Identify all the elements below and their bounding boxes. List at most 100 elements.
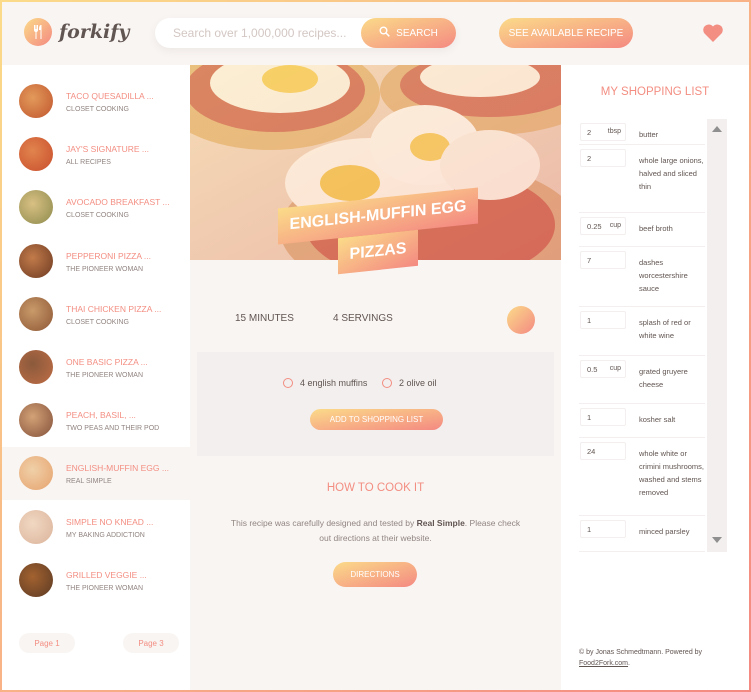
scrollbar[interactable] — [707, 119, 727, 552]
circle-icon — [382, 378, 392, 388]
shopping-description: butter — [639, 130, 659, 139]
add-to-shopping-list-button[interactable]: ADD TO SHOPPING LIST — [310, 409, 443, 430]
result-title: PEPPERONI PIZZA ... — [66, 250, 152, 261]
page-next-button[interactable]: Page 3 — [123, 633, 179, 653]
search-button[interactable]: SEARCH — [361, 18, 456, 48]
search-results: TACO QUESADILLA ... CLOSET COOKING JAY'S S… — [2, 65, 196, 690]
result-item[interactable]: TACO QUESADILLA ... CLOSET COOKING — [2, 75, 196, 128]
shopping-item: 0.25 cup beef broth — [579, 213, 705, 247]
result-thumbnail — [19, 84, 53, 118]
app-container: forkify SEARCH SEE AVAILABLE RECIPE TACO… — [2, 2, 749, 690]
ingredient-text: english muffins — [307, 378, 368, 388]
search-input[interactable] — [173, 25, 353, 41]
result-item[interactable]: ENGLISH-MUFFIN EGG ... REAL SIMPLE — [2, 447, 196, 501]
shopping-description: beef broth — [639, 224, 673, 233]
see-available-recipe-button[interactable]: SEE AVAILABLE RECIPE — [499, 18, 633, 48]
shopping-count-input[interactable]: 2 tbsp — [580, 123, 626, 141]
result-thumbnail — [19, 403, 53, 438]
like-button[interactable] — [507, 306, 535, 334]
result-publisher: THE PIONEER WOMAN — [66, 584, 144, 592]
ingredient-count: 2 — [399, 378, 405, 388]
result-item[interactable]: ONE BASIC PIZZA ... THE PIONEER WOMAN — [2, 341, 196, 394]
directions-button[interactable]: DIRECTIONS — [333, 562, 417, 587]
result-title: JAY'S SIGNATURE ... — [66, 144, 150, 155]
shopping-item: 1 kosher salt — [579, 404, 705, 438]
search-icon — [379, 26, 390, 40]
result-thumbnail — [19, 509, 53, 544]
result-title: AVOCADO BREAKFAST ... — [66, 197, 170, 208]
result-item[interactable]: GRILLED VEGGIE ... THE PIONEER WOMAN — [2, 554, 196, 607]
shopping-item: 7 dashes worcestershire sauce — [579, 247, 705, 307]
shopping-item: 2 tbsp butter — [579, 119, 705, 145]
result-title: ENGLISH-MUFFIN EGG ... — [66, 463, 169, 474]
result-title: THAI CHICKEN PIZZA ... — [66, 303, 162, 314]
result-item[interactable]: AVOCADO BREAKFAST ... CLOSET COOKING — [2, 181, 196, 234]
page-prev-button[interactable]: Page 1 — [19, 633, 75, 653]
shopping-description: whole white or crimini mushrooms, washed… — [639, 449, 705, 497]
directions-text: This recipe was carefully designed and t… — [230, 518, 521, 543]
footer: © by Jonas Schmedtmann. Powered by Food2… — [579, 649, 703, 667]
recipe-publisher: Real Simple — [416, 518, 465, 528]
result-publisher: CLOSET COOKING — [66, 106, 129, 113]
result-publisher: CLOSET COOKING — [66, 212, 129, 220]
shopping-list-title: MY SHOPPING LIST — [600, 86, 710, 98]
recipe-minutes: 15 MINUTES — [235, 313, 294, 324]
result-thumbnail — [19, 137, 53, 172]
ingredient-item: 2 olive oil — [382, 378, 437, 388]
shopping-count-input[interactable]: 1 — [580, 408, 626, 426]
shopping-unit: cup — [609, 365, 621, 372]
result-thumbnail — [19, 296, 53, 331]
shopping-count-input[interactable]: 0.25 cup — [580, 217, 626, 235]
shopping-count-input[interactable]: 1 — [580, 520, 626, 538]
scroll-up-arrow-icon[interactable] — [712, 126, 722, 132]
directions-heading: HOW TO COOK IT — [326, 482, 425, 494]
result-title: GRILLED VEGGIE ... — [66, 569, 147, 580]
result-thumbnail — [19, 190, 53, 225]
result-thumbnail — [19, 456, 53, 491]
circle-icon — [283, 378, 293, 388]
recipe-panel: ENGLISH-MUFFIN EGG PIZZAS 15 MINUTES 4 S… — [190, 65, 561, 690]
shopping-description: grated gruyere cheese — [639, 367, 688, 389]
result-publisher: MY BAKING ADDICTION — [66, 531, 145, 539]
logo: forkify — [24, 18, 129, 46]
shopping-count-input[interactable]: 1 — [580, 311, 626, 329]
shopping-item: 24 whole white or crimini mushrooms, wash… — [579, 438, 705, 516]
result-title: PEACH, BASIL, ... — [66, 410, 136, 421]
heart-icon[interactable] — [702, 23, 724, 43]
shopping-count-input[interactable]: 0.5 cup — [580, 360, 626, 378]
logo-text: forkify — [59, 21, 130, 43]
shopping-description: whole large onions, halved and sliced th… — [639, 156, 704, 191]
result-publisher: CLOSET COOKING — [66, 318, 129, 326]
result-title: ONE BASIC PIZZA ... — [66, 357, 148, 367]
result-item[interactable]: JAY'S SIGNATURE ... ALL RECIPES — [2, 128, 196, 181]
food2fork-link[interactable]: Food2Fork.com — [579, 660, 628, 667]
shopping-count-input[interactable]: 7 — [580, 251, 626, 269]
result-publisher: ALL RECIPES — [66, 159, 111, 167]
ingredient-count: 4 — [300, 378, 306, 388]
shopping-count-input[interactable]: 2 — [580, 149, 626, 167]
recipe-details: 15 MINUTES 4 SERVINGS — [190, 290, 561, 350]
result-thumbnail — [19, 243, 53, 278]
shopping-list: 2 tbsp butter 2 whole large onions, halved a… — [579, 119, 725, 552]
result-item[interactable]: PEACH, BASIL, ... TWO PEAS AND THEIR POD — [2, 394, 196, 447]
shopping-count-input[interactable]: 24 — [580, 442, 626, 460]
result-publisher: REAL SIMPLE — [66, 478, 112, 486]
recipe-title-line-2: PIZZAS — [337, 229, 419, 275]
shopping-item: 1 splash of red or white wine — [579, 307, 705, 356]
scroll-down-arrow-icon[interactable] — [712, 537, 722, 543]
header: forkify SEARCH SEE AVAILABLE RECIPE — [2, 2, 749, 65]
ingredient-text: olive oil — [406, 378, 437, 388]
result-publisher: THE PIONEER WOMAN — [66, 265, 144, 273]
result-item[interactable]: THAI CHICKEN PIZZA ... CLOSET COOKING — [2, 288, 196, 341]
result-publisher: THE PIONEER WOMAN — [66, 372, 144, 379]
shopping-unit: cup — [609, 222, 621, 229]
ingredients-box: 4 english muffins 2 olive oil ADD TO SHO… — [197, 352, 554, 456]
fork-knife-icon — [24, 18, 52, 46]
shopping-unit: tbsp — [607, 128, 621, 135]
shopping-description: splash of red or white wine — [639, 318, 691, 340]
result-item[interactable]: PEPPERONI PIZZA ... THE PIONEER WOMAN — [2, 235, 196, 288]
result-item[interactable]: SIMPLE NO KNEAD ... MY BAKING ADDICTION — [2, 501, 196, 554]
result-thumbnail — [19, 350, 53, 384]
shopping-description: minced parsley — [639, 527, 690, 536]
result-title: SIMPLE NO KNEAD ... — [66, 516, 154, 527]
